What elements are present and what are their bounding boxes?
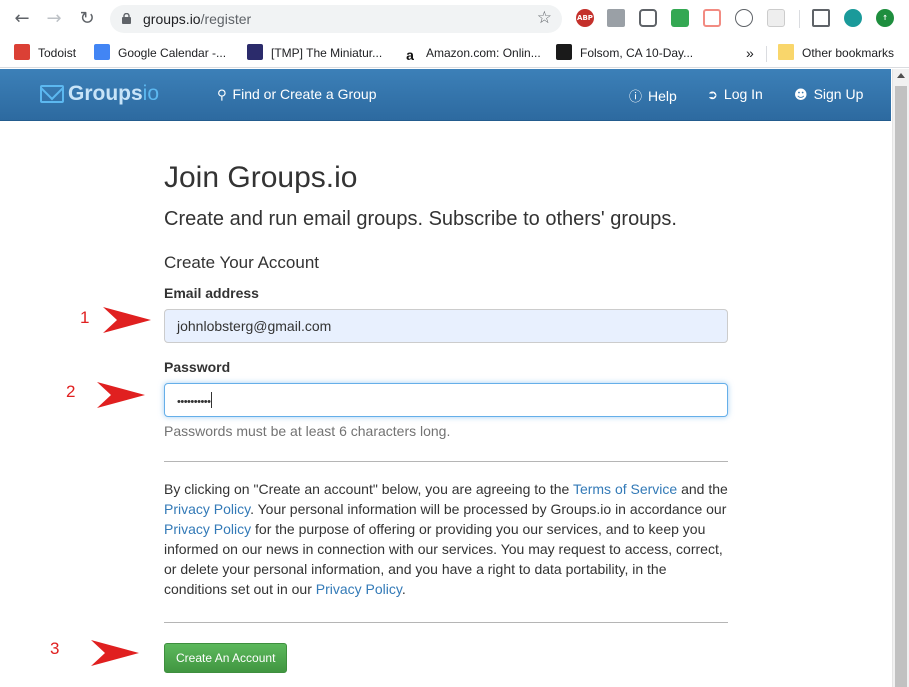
page-viewport: Groupsio ⚲ Find or Create a Group ⓘ Help ➲… — [0, 69, 909, 687]
scroll-thumb[interactable] — [895, 86, 907, 687]
google-drive-icon[interactable] — [607, 9, 625, 27]
page-subtitle: Create and run email groups. Subscribe t… — [164, 208, 677, 230]
help-link[interactable]: ⓘ Help — [629, 86, 677, 105]
user-icon: ☻ — [794, 88, 808, 103]
search-icon: ⚲ — [217, 88, 227, 103]
bookmarks-divider — [766, 46, 767, 62]
calendar-icon — [94, 44, 110, 60]
bookmark-todoist[interactable]: Todoist — [14, 44, 76, 62]
pocket-icon[interactable] — [639, 9, 657, 27]
url-text: groups.io/register — [143, 11, 251, 27]
other-bookmarks-label: Other bookmarks — [802, 46, 895, 60]
find-or-create-group-link[interactable]: ⚲ Find or Create a Group — [217, 86, 377, 103]
terms-text: . Your personal information will be proc… — [250, 501, 727, 517]
adblock-plus-icon[interactable]: ABP — [576, 9, 594, 27]
other-bookmarks[interactable]: Other bookmarks — [778, 44, 894, 62]
weather-icon — [556, 44, 572, 60]
nav-label: Sign Up — [813, 86, 864, 102]
bookmark-label: Folsom, CA 10-Day... — [580, 46, 694, 60]
scroll-up-arrow-icon[interactable] — [897, 73, 905, 78]
back-arrow-icon[interactable]: ← — [10, 7, 34, 31]
site-navbar: Groupsio ⚲ Find or Create a Group ⓘ Help ➲… — [0, 69, 891, 121]
annotation-number: 2 — [66, 382, 76, 401]
folder-icon — [778, 44, 794, 60]
privacy-policy-link[interactable]: Privacy Policy — [316, 581, 402, 597]
extension-icon[interactable] — [844, 9, 862, 27]
email-label: Email address — [164, 285, 259, 301]
todoist-icon — [14, 44, 30, 60]
privacy-policy-link[interactable]: Privacy Policy — [164, 521, 251, 537]
brand-suffix: io — [142, 82, 160, 105]
url-host: groups.io — [143, 11, 201, 27]
bookmark-google-calendar[interactable]: Google Calendar -... — [94, 44, 226, 62]
extension-icon[interactable] — [735, 9, 753, 27]
terms-text: and the — [677, 481, 728, 497]
amazon-icon: a — [402, 48, 418, 64]
bookmark-weather[interactable]: Folsom, CA 10-Day... — [556, 44, 693, 62]
bookmark-star-icon[interactable]: ☆ — [537, 8, 552, 28]
signup-link[interactable]: ☻ Sign Up — [794, 86, 863, 103]
bookmarks-overflow[interactable]: » — [746, 44, 754, 62]
update-icon[interactable]: ↑ — [876, 9, 894, 27]
address-bar[interactable]: groups.io/register ☆ — [110, 5, 562, 33]
terms-of-service-link[interactable]: Terms of Service — [573, 481, 677, 497]
login-icon: ➲ — [707, 88, 718, 103]
sync-extension-icon[interactable] — [671, 9, 689, 27]
bookmark-amazon[interactable]: a Amazon.com: Onlin... — [402, 44, 541, 64]
terms-text: By clicking on "Create an account" below… — [164, 481, 573, 497]
red-arrow-icon — [103, 307, 151, 333]
nav-label: Find or Create a Group — [232, 86, 377, 102]
cast-icon[interactable] — [812, 9, 830, 27]
annotation-number: 3 — [50, 639, 60, 658]
forward-arrow-icon[interactable]: → — [42, 7, 66, 31]
password-field[interactable]: •••••••••• — [164, 383, 728, 417]
login-link[interactable]: ➲ Log In — [707, 86, 763, 103]
terms-text: . — [401, 581, 406, 597]
brand-text: Groups — [68, 82, 143, 105]
browser-toolbar: ← → ↻ groups.io/register ☆ ABP ↑ — [0, 0, 909, 38]
reload-icon[interactable]: ↻ — [75, 7, 99, 31]
annotation-number: 1 — [80, 308, 90, 327]
email-value: johnlobsterg@gmail.com — [177, 318, 332, 334]
text-caret — [210, 392, 212, 408]
bookmark-label: Google Calendar -... — [118, 46, 227, 60]
url-path: /register — [200, 11, 252, 27]
red-arrow-icon — [97, 382, 145, 408]
nav-label: Help — [648, 88, 677, 104]
bookmark-tmp[interactable]: [TMP] The Miniatur... — [247, 44, 382, 62]
password-help: Passwords must be at least 6 characters … — [164, 423, 451, 439]
toolbar-divider — [799, 10, 800, 28]
envelope-icon — [40, 85, 64, 103]
page-title: Join Groups.io — [164, 161, 358, 194]
email-field[interactable]: johnlobsterg@gmail.com — [164, 309, 728, 343]
extension-icon[interactable] — [767, 9, 785, 27]
bookmark-label: Todoist — [38, 46, 77, 60]
divider — [164, 461, 728, 462]
create-account-button[interactable]: Create An Account — [164, 643, 288, 673]
terms-paragraph: By clicking on "Create an account" below… — [164, 479, 728, 599]
bookmark-label: Amazon.com: Onlin... — [426, 46, 541, 60]
section-heading: Create Your Account — [164, 253, 320, 272]
password-value: •••••••••• — [177, 396, 211, 408]
divider — [164, 622, 728, 623]
nav-label: Log In — [723, 86, 763, 102]
brand-name: Groupsio — [68, 82, 159, 106]
red-arrow-icon — [91, 640, 139, 666]
vertical-scrollbar[interactable] — [892, 69, 909, 687]
password-label: Password — [164, 359, 231, 375]
bookmarks-bar: Todoist Google Calendar -... [TMP] The M… — [0, 38, 909, 68]
bookmark-label: [TMP] The Miniatur... — [271, 46, 383, 60]
tmp-icon — [247, 44, 263, 60]
extension-icon[interactable] — [703, 9, 721, 27]
privacy-policy-link[interactable]: Privacy Policy — [164, 501, 250, 517]
info-icon: ⓘ — [629, 90, 643, 105]
lock-icon — [122, 13, 131, 24]
